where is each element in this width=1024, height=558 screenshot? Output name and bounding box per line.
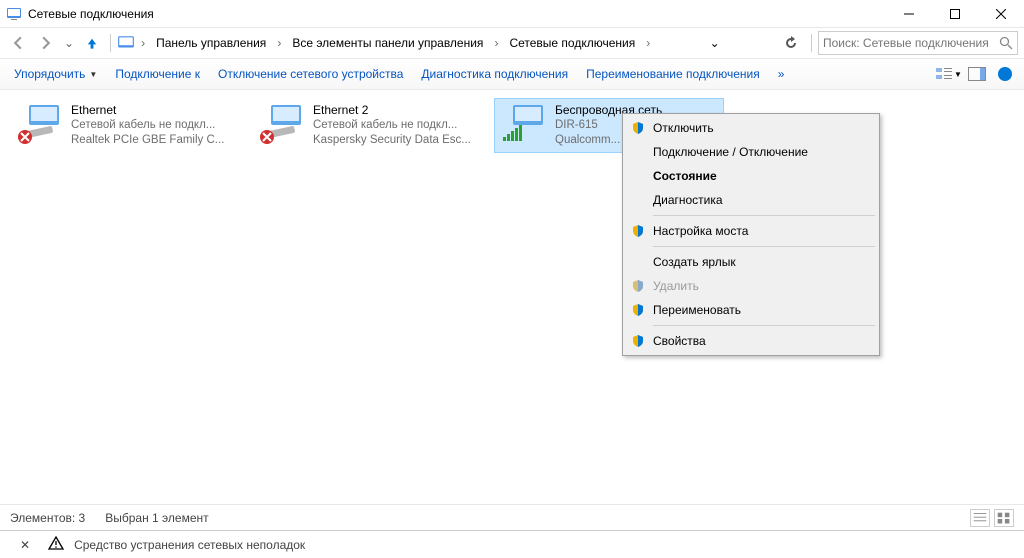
address-dropdown[interactable]: ⌄ xyxy=(703,31,727,55)
selection-count: Выбран 1 элемент xyxy=(105,511,208,525)
overflow-button[interactable]: » xyxy=(770,62,793,86)
ethernet-icon xyxy=(257,103,307,145)
shield-icon xyxy=(631,334,645,348)
context-menu: Отключить Подключение / Отключение Состо… xyxy=(622,113,880,356)
close-button[interactable] xyxy=(978,0,1024,28)
item-count: Элементов: 3 xyxy=(10,511,85,525)
ctx-connect-disconnect[interactable]: Подключение / Отключение xyxy=(625,140,877,164)
command-bar: Упорядочить▼ Подключение к Отключение се… xyxy=(0,58,1024,90)
refresh-button[interactable] xyxy=(779,31,803,55)
troubleshoot-label: Средство устранения сетевых неполадок xyxy=(74,538,305,552)
separator xyxy=(653,246,875,247)
shield-icon xyxy=(631,279,645,293)
ctx-create-shortcut[interactable]: Создать ярлык xyxy=(625,250,877,274)
troubleshoot-banner[interactable]: ✕ Средство устранения сетевых неполадок xyxy=(0,530,1024,558)
organize-menu[interactable]: Упорядочить▼ xyxy=(6,62,105,86)
separator xyxy=(811,34,812,52)
adapter-status: Сетевой кабель не подкл... xyxy=(71,118,235,133)
ctx-status[interactable]: Состояние xyxy=(625,164,877,188)
search-input[interactable] xyxy=(823,36,999,50)
help-button[interactable] xyxy=(992,59,1018,89)
ethernet-icon xyxy=(15,103,65,145)
network-connections-icon xyxy=(117,34,135,52)
chevron-right-icon[interactable]: › xyxy=(275,36,283,50)
view-options-button[interactable]: ▼ xyxy=(936,62,962,86)
separator xyxy=(110,34,111,52)
adapter-name: Ethernet 2 xyxy=(313,103,477,118)
wifi-icon xyxy=(499,103,549,145)
address-bar: ⌄ › Панель управления › Все элементы пан… xyxy=(0,28,1024,58)
disable-device-button[interactable]: Отключение сетевого устройства xyxy=(210,62,411,86)
chevron-right-icon[interactable]: › xyxy=(139,36,147,50)
ctx-diagnose[interactable]: Диагностика xyxy=(625,188,877,212)
breadcrumb-item[interactable]: Все элементы панели управления xyxy=(287,33,488,53)
minimize-button[interactable] xyxy=(886,0,932,28)
chevron-right-icon[interactable]: › xyxy=(492,36,500,50)
tiles-view-button[interactable] xyxy=(994,509,1014,527)
shield-icon xyxy=(631,303,645,317)
breadcrumb-item[interactable]: Панель управления xyxy=(151,33,271,53)
diagnose-button[interactable]: Диагностика подключения xyxy=(413,62,576,86)
preview-pane-button[interactable] xyxy=(964,62,990,86)
details-view-button[interactable] xyxy=(970,509,990,527)
shield-icon xyxy=(631,121,645,135)
history-dropdown[interactable]: ⌄ xyxy=(62,36,76,50)
search-icon xyxy=(999,36,1013,50)
ctx-delete: Удалить xyxy=(625,274,877,298)
adapter-device: Kaspersky Security Data Esc... xyxy=(313,133,477,148)
ctx-properties[interactable]: Свойства xyxy=(625,329,877,353)
ctx-bridge[interactable]: Настройка моста xyxy=(625,219,877,243)
search-box[interactable] xyxy=(818,31,1018,55)
up-button[interactable] xyxy=(80,31,104,55)
window-title: Сетевые подключения xyxy=(28,7,886,21)
breadcrumb-item[interactable]: Сетевые подключения xyxy=(504,33,640,53)
adapter-status: Сетевой кабель не подкл... xyxy=(313,118,477,133)
adapter-ethernet2[interactable]: Ethernet 2 Сетевой кабель не подкл... Ka… xyxy=(252,98,482,153)
close-icon[interactable]: ✕ xyxy=(20,538,30,552)
forward-button[interactable] xyxy=(34,31,58,55)
titlebar: Сетевые подключения xyxy=(0,0,1024,28)
status-bar: Элементов: 3 Выбран 1 элемент xyxy=(0,504,1024,530)
connect-to-button[interactable]: Подключение к xyxy=(107,62,208,86)
ctx-rename[interactable]: Переименовать xyxy=(625,298,877,322)
shield-icon xyxy=(631,224,645,238)
ctx-disable[interactable]: Отключить xyxy=(625,116,877,140)
back-button[interactable] xyxy=(6,31,30,55)
adapter-device: Realtek PCIe GBE Family C... xyxy=(71,133,235,148)
rename-button[interactable]: Переименование подключения xyxy=(578,62,768,86)
adapter-ethernet[interactable]: Ethernet Сетевой кабель не подкл... Real… xyxy=(10,98,240,153)
network-connections-icon xyxy=(6,6,22,22)
separator xyxy=(653,215,875,216)
chevron-right-icon[interactable]: › xyxy=(644,36,652,50)
maximize-button[interactable] xyxy=(932,0,978,28)
separator xyxy=(653,325,875,326)
warning-icon xyxy=(48,535,64,554)
adapter-name: Ethernet xyxy=(71,103,235,118)
